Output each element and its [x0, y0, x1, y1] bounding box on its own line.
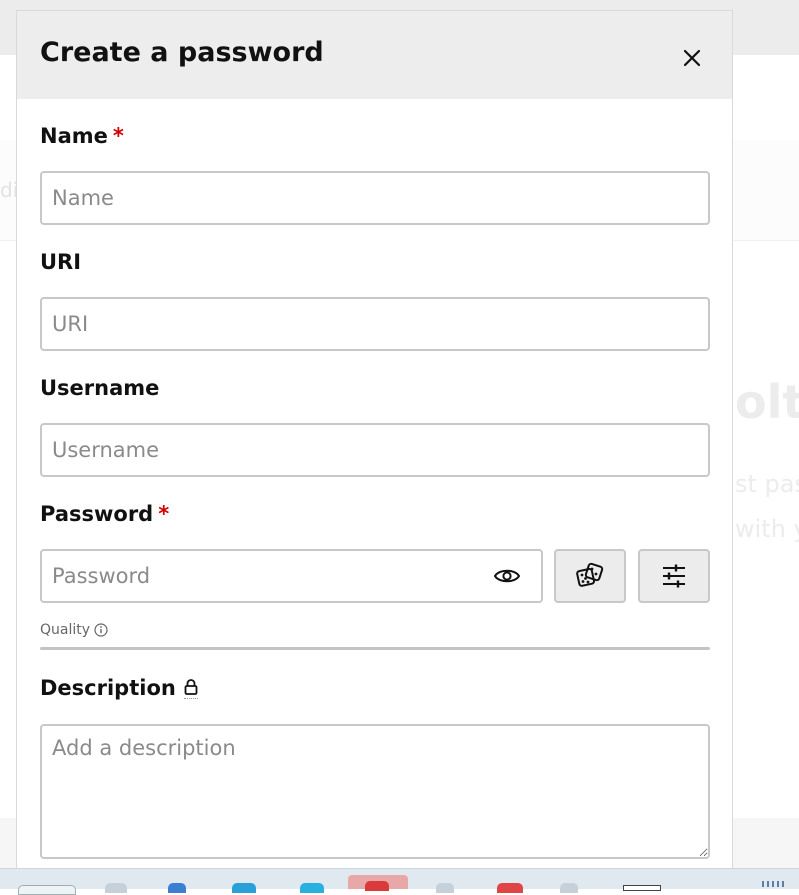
taskbar-app-icon[interactable] [623, 885, 661, 891]
username-label: Username [40, 376, 160, 400]
description-label: Description [40, 676, 198, 700]
taskbar-app-icon[interactable] [18, 885, 76, 895]
dialog-title: Create a password [40, 37, 324, 68]
close-icon [683, 49, 701, 67]
toggle-visibility-button[interactable] [490, 561, 524, 591]
uri-label: URI [40, 250, 82, 274]
lock-indicator[interactable] [183, 678, 198, 699]
username-input[interactable] [40, 423, 710, 477]
description-label-text: Description [40, 676, 176, 700]
password-settings-button[interactable] [638, 549, 710, 603]
taskbar-app-icon[interactable] [497, 883, 523, 893]
uri-input[interactable] [40, 297, 710, 351]
description-textarea[interactable] [40, 724, 710, 859]
taskbar-app-icon[interactable] [168, 883, 186, 893]
background-subtitle-2: with y [735, 515, 799, 543]
info-icon[interactable] [94, 623, 108, 637]
required-indicator: * [112, 124, 124, 148]
dialog-header: Create a password [17, 11, 732, 99]
taskbar-app-icon[interactable] [436, 883, 454, 893]
dice-icon [576, 562, 604, 587]
background-subtitle: st pas [735, 470, 799, 498]
name-label: Name * [40, 124, 124, 148]
quality-indicator: Quality [40, 622, 108, 638]
create-password-dialog: Create a password Name* URI Username Pas… [16, 10, 733, 868]
taskbar-app-icon[interactable] [105, 883, 127, 893]
generate-password-button[interactable] [554, 549, 626, 603]
lock-icon [184, 678, 198, 695]
name-label-text: Name [40, 124, 108, 148]
taskbar-tray-icon[interactable] [762, 881, 786, 887]
required-indicator: * [158, 502, 170, 526]
sliders-icon [663, 564, 685, 588]
quality-bar [40, 647, 710, 650]
taskbar-app-icon[interactable] [365, 881, 389, 891]
taskbar-app-icon[interactable] [300, 883, 324, 893]
quality-label: Quality [40, 622, 91, 638]
taskbar [0, 868, 799, 895]
background-heading: olt [735, 375, 799, 429]
password-field [40, 549, 543, 603]
taskbar-app-icon[interactable] [560, 883, 578, 893]
eye-icon [493, 569, 521, 583]
password-label-text: Password [40, 502, 154, 526]
password-label: Password * [40, 502, 169, 526]
name-input[interactable] [40, 171, 710, 225]
password-input[interactable] [42, 551, 502, 601]
taskbar-app-icon[interactable] [232, 883, 256, 893]
close-button[interactable] [677, 43, 707, 73]
